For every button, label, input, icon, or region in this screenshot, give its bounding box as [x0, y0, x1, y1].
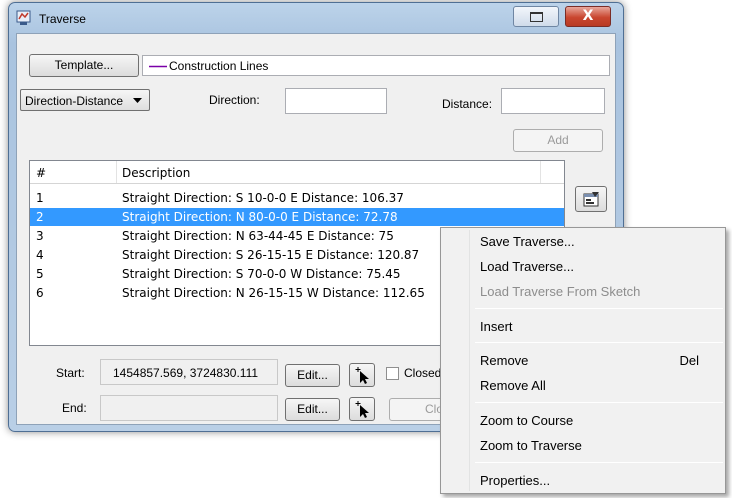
- start-edit-button[interactable]: Edit...: [285, 364, 340, 387]
- start-value: 1454857.569, 3724830.111: [113, 366, 259, 380]
- menu-item-label: Load Traverse From Sketch: [480, 284, 641, 299]
- menu-item-label: Load Traverse...: [480, 259, 574, 274]
- properties-icon: [583, 192, 599, 207]
- menu-zoom-to-traverse[interactable]: Zoom to Traverse: [443, 434, 723, 458]
- direction-label: Direction:: [209, 93, 260, 107]
- menu-separator: [475, 342, 723, 343]
- menu-item-label: Remove All: [480, 378, 546, 393]
- column-separator: [116, 161, 117, 183]
- menu-item-shortcut: Del: [679, 353, 699, 368]
- close-icon: X: [582, 8, 594, 24]
- column-separator: [540, 161, 541, 183]
- start-snap-button[interactable]: [349, 363, 375, 387]
- construction-line-icon: [149, 65, 167, 68]
- table-row[interactable]: 2 Straight Direction: N 80-0-0 E Distance…: [30, 208, 564, 226]
- end-edit-label: Edit...: [297, 402, 328, 416]
- menu-separator: [475, 308, 723, 309]
- menu-separator: [475, 462, 723, 463]
- menu-insert[interactable]: Insert: [443, 315, 723, 339]
- start-edit-label: Edit...: [297, 368, 328, 382]
- row-number: 2: [36, 210, 44, 224]
- row-description: Straight Direction: N 80-0-0 E Distance:…: [122, 210, 398, 224]
- template-button[interactable]: Template...: [29, 54, 139, 77]
- mode-value: Direction-Distance: [25, 94, 124, 108]
- menu-remove-all[interactable]: Remove All: [443, 374, 723, 398]
- table-row[interactable]: 1 Straight Direction: S 10-0-0 E Distance…: [30, 189, 564, 207]
- restore-icon: [530, 12, 543, 22]
- closed-label: Closed: [404, 366, 442, 380]
- menu-item-label: Zoom to Traverse: [480, 438, 582, 453]
- row-number: 1: [36, 191, 44, 205]
- menu-item-label: Save Traverse...: [480, 234, 575, 249]
- list-header: # Description: [30, 161, 564, 184]
- restore-button[interactable]: [513, 6, 559, 27]
- end-snap-button[interactable]: [349, 397, 375, 421]
- close-button[interactable]: X: [565, 6, 611, 27]
- add-button-label: Add: [547, 133, 569, 147]
- window-title: Traverse: [39, 12, 86, 26]
- template-field[interactable]: Construction Lines: [142, 55, 610, 76]
- start-field[interactable]: 1454857.569, 3724830.111: [100, 359, 278, 385]
- snap-cursor-icon: [355, 367, 369, 384]
- menu-load-from-sketch[interactable]: Load Traverse From Sketch: [443, 280, 723, 304]
- template-button-label: Template...: [54, 58, 114, 72]
- end-label: End:: [62, 401, 87, 415]
- start-label: Start:: [56, 366, 85, 380]
- row-description: Straight Direction: S 70-0-0 W Distance:…: [122, 267, 401, 281]
- menu-remove[interactable]: Remove Del: [443, 349, 723, 373]
- mode-dropdown[interactable]: Direction-Distance: [20, 89, 150, 111]
- row-number: 6: [36, 286, 44, 300]
- context-menu: Save Traverse... Load Traverse... Load Tra…: [440, 227, 726, 494]
- closed-checkbox[interactable]: [386, 367, 399, 380]
- menu-item-label: Remove: [480, 353, 529, 368]
- menu-item-label: Properties...: [480, 473, 551, 488]
- title-bar[interactable]: Traverse X: [9, 3, 623, 33]
- distance-label: Distance:: [442, 97, 493, 111]
- row-description: Straight Direction: S 26-15-15 E Distanc…: [122, 248, 420, 262]
- menu-properties[interactable]: Properties...: [443, 469, 723, 493]
- row-number: 3: [36, 229, 44, 243]
- end-edit-button[interactable]: Edit...: [285, 398, 340, 421]
- menu-item-label: Insert: [480, 319, 513, 334]
- dropdown-arrow-icon: [133, 98, 142, 103]
- column-header-description[interactable]: Description: [122, 166, 190, 180]
- row-number: 5: [36, 267, 44, 281]
- row-number: 4: [36, 248, 44, 262]
- traverse-app-icon: [16, 10, 31, 25]
- menu-zoom-to-course[interactable]: Zoom to Course: [443, 409, 723, 433]
- properties-button[interactable]: [575, 186, 607, 212]
- row-description: Straight Direction: N 63-44-45 E Distanc…: [122, 229, 394, 243]
- menu-separator: [475, 402, 723, 403]
- end-field[interactable]: [100, 395, 278, 421]
- distance-input[interactable]: [501, 88, 605, 114]
- template-value: Construction Lines: [169, 59, 269, 73]
- direction-input[interactable]: [285, 88, 387, 114]
- row-description: Straight Direction: S 10-0-0 E Distance:…: [122, 191, 404, 205]
- row-description: Straight Direction: N 26-15-15 W Distanc…: [122, 286, 425, 300]
- menu-item-label: Zoom to Course: [480, 413, 574, 428]
- menu-save-traverse[interactable]: Save Traverse...: [443, 230, 723, 254]
- snap-cursor-icon: [355, 401, 369, 418]
- menu-load-traverse[interactable]: Load Traverse...: [443, 255, 723, 279]
- add-button[interactable]: Add: [513, 129, 603, 152]
- column-header-number[interactable]: #: [36, 166, 46, 180]
